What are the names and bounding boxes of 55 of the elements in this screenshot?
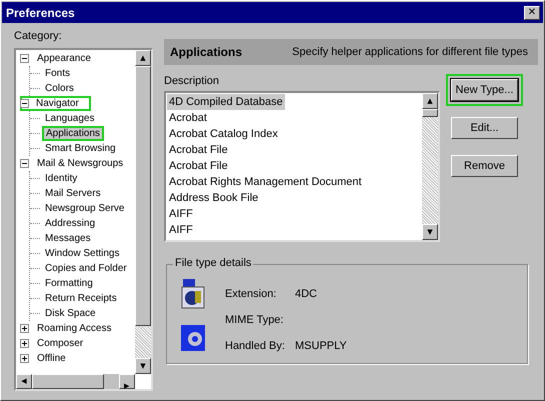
tree-item[interactable]: Newsgroup Serve [42,201,128,216]
tree-item[interactable]: Fonts [42,66,74,81]
list-item[interactable]: Acrobat [167,110,209,126]
tree-item[interactable]: Formatting [42,276,96,291]
tree-item[interactable]: Disk Space [42,306,99,321]
tree-item[interactable]: Return Receipts [42,291,120,306]
field-value: MSUPPLY [295,340,347,352]
list-item[interactable]: Address Book File [167,190,260,206]
group-title: File type details [173,257,254,269]
field-label: MIME Type: [225,314,284,326]
category-label: Category: [14,29,62,44]
field-value: 4DC [295,288,318,300]
collapse-icon[interactable] [20,54,29,63]
tree-item[interactable]: Applications [42,126,104,141]
tree-item[interactable]: Copies and Folder [42,261,130,276]
close-button[interactable]: ✕ [524,6,540,20]
window-title: Preferences [6,6,75,20]
collapse-icon[interactable] [20,159,29,168]
list-item[interactable]: Acrobat Rights Management Document [167,174,364,190]
description-label: Description [164,74,220,89]
document-icon [181,279,205,309]
tree-item[interactable]: Messages [42,231,94,246]
tree-item[interactable]: Appearance [34,51,94,66]
action-button[interactable]: Remove [451,155,518,177]
expand-icon[interactable] [20,339,29,348]
tree-item[interactable]: Smart Browsing [42,141,119,156]
list-item[interactable]: AIFF [167,222,195,238]
list-item[interactable]: AIFF [167,206,195,222]
list-item[interactable]: Acrobat File [167,142,230,158]
tree-item[interactable]: Roaming Access [34,321,114,336]
tree-item[interactable]: Colors [42,81,77,96]
action-button[interactable]: New Type... [451,79,518,101]
tree-item[interactable]: Languages [42,111,98,126]
list-item[interactable]: 4D Compiled Database [167,94,285,110]
tree-item[interactable]: Identity [42,171,80,186]
expand-icon[interactable] [20,354,29,363]
tree-item[interactable]: Composer [34,336,86,351]
collapse-icon[interactable] [20,99,29,108]
field-label: Extension: [225,288,278,300]
tree-item[interactable]: Addressing [42,216,98,231]
scroll-thumb[interactable] [135,66,151,326]
tree-item[interactable]: Mail Servers [42,186,104,201]
action-button[interactable]: Edit... [451,117,518,139]
panel-title: Applications [170,45,242,59]
list-item[interactable]: Acrobat Catalog Index [167,126,280,142]
panel-subtitle: Specify helper applications for different file types [292,46,528,58]
list-item[interactable]: Acrobat File [167,158,230,174]
scroll-thumb[interactable] [422,109,438,117]
field-label: Handled By: [225,340,286,352]
tree-item[interactable]: Window Settings [42,246,122,261]
tree-item[interactable]: Navigator [20,96,91,111]
tree-item[interactable]: Mail & Newsgroups [34,156,126,171]
tree-item[interactable]: Offline [34,351,69,366]
expand-icon[interactable] [20,324,29,333]
scroll-thumb[interactable] [32,374,104,389]
